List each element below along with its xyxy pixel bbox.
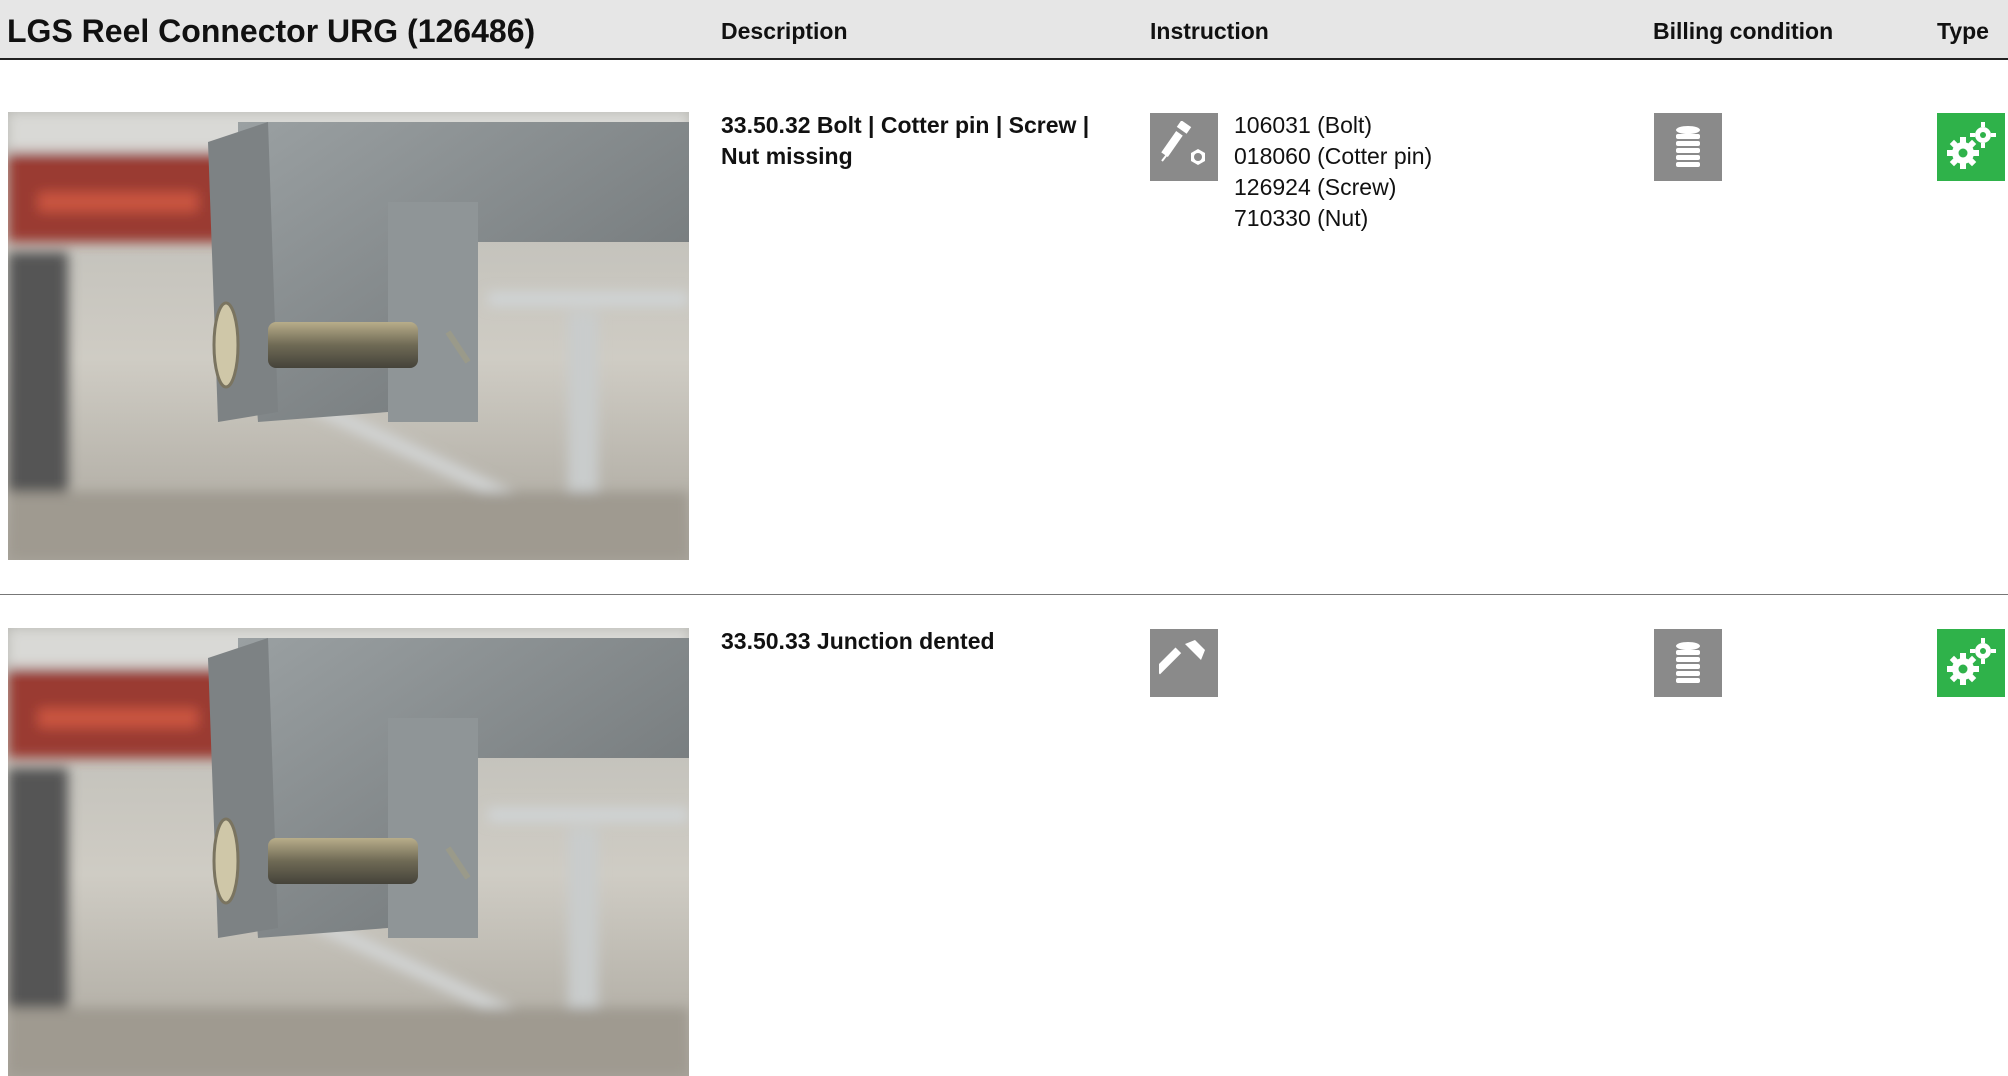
list-item: 106031 (Bolt)	[1234, 112, 1373, 138]
column-header-instruction: Instruction	[1150, 18, 1269, 44]
hammer-icon[interactable]	[1150, 629, 1218, 697]
parts-list: 106031 (Bolt) 018060 (Cotter pin) 126924…	[1234, 110, 1432, 234]
table-row: 33.50.33 Junction dented	[0, 596, 2008, 1076]
defect-description: 33.50.33 Junction dented	[721, 628, 995, 654]
gears-icon[interactable]	[1937, 629, 2005, 697]
part-photo	[8, 112, 689, 560]
list-item: 126924 (Screw)	[1234, 174, 1397, 200]
list-item: 018060 (Cotter pin)	[1234, 143, 1433, 169]
bolt-nut-icon[interactable]	[1150, 113, 1218, 181]
table-row: 33.50.32 Bolt | Cotter pin | Screw | Nut…	[0, 60, 2008, 595]
column-header-type: Type	[1937, 18, 1989, 44]
table-header: LGS Reel Connector URG (126486) Descript…	[0, 0, 2008, 60]
column-header-billing: Billing condition	[1653, 18, 1834, 44]
page-title: LGS Reel Connector URG (126486)	[7, 13, 536, 49]
column-header-description: Description	[721, 18, 848, 44]
list-item: 710330 (Nut)	[1234, 205, 1369, 231]
coin-stack-icon[interactable]	[1654, 629, 1722, 697]
coin-stack-icon[interactable]	[1654, 113, 1722, 181]
gears-icon[interactable]	[1937, 113, 2005, 181]
defect-description: 33.50.32 Bolt | Cotter pin | Screw | Nut…	[721, 112, 1090, 169]
part-photo	[8, 628, 689, 1076]
